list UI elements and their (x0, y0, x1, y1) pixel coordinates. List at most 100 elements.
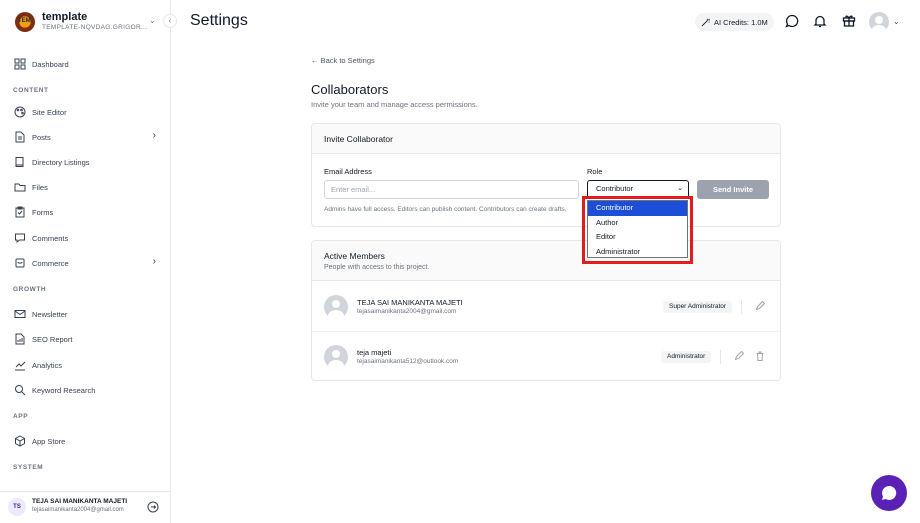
sidebar-item-forms[interactable]: Forms (14, 203, 160, 221)
section-label-content: CONTENT (13, 87, 49, 94)
sidebar-item-comments[interactable]: Comments (14, 229, 160, 247)
chevron-right-icon: › (152, 256, 156, 267)
collapse-sidebar-button[interactable]: ‹ (163, 14, 177, 28)
avatar (324, 345, 348, 369)
gift-icon[interactable] (842, 13, 856, 27)
sidebar-user[interactable]: TS TEJA SAI MANIKANTA MAJETI tejasaimani… (0, 491, 171, 523)
member-row: TEJA SAI MANIKANTA MAJETI tejasaimanikan… (312, 282, 780, 332)
role-option-author[interactable]: Author (588, 216, 687, 231)
sidebar-item-label: Keyword Research (32, 385, 96, 395)
document-icon (14, 131, 26, 143)
card-title: Invite Collaborator (324, 134, 393, 144)
role-option-administrator[interactable]: Administrator (588, 245, 687, 260)
member-name: TEJA SAI MANIKANTA MAJETI (357, 298, 463, 307)
brand-logo: TEM (15, 12, 35, 32)
app-root: TEM template TEMPLATE-NQVDAG.GRIGOR... ⌄… (0, 0, 920, 523)
ai-credits-badge[interactable]: AI Credits: 1.0M (695, 13, 774, 31)
section-label-system: SYSTEM (13, 464, 44, 471)
sidebar-item-label: Dashboard (32, 59, 69, 69)
role-badge: Super Administrator (663, 301, 733, 313)
send-invite-button[interactable]: Send Invite (697, 180, 769, 199)
sidebar-item-seo-report[interactable]: SEO Report (14, 330, 160, 348)
sidebar: TEM template TEMPLATE-NQVDAG.GRIGOR... ⌄… (0, 0, 171, 523)
section-subtitle: Invite your team and manage access permi… (311, 100, 478, 109)
member-row: teja majeti tejasaimanikanta512@outlook.… (312, 332, 780, 382)
clipboard-icon (14, 206, 26, 218)
email-label: Email Address (324, 167, 372, 176)
sidebar-item-commerce[interactable]: Commerce › (14, 254, 160, 272)
trash-icon[interactable] (755, 351, 765, 361)
sidebar-item-label: SEO Report (32, 334, 73, 344)
cart-icon (14, 257, 26, 269)
sidebar-item-newsletter[interactable]: Newsletter (14, 305, 160, 323)
sidebar-item-posts[interactable]: Posts › (14, 128, 160, 146)
user-email: tejasaimanikanta2004@gmail.com (32, 507, 124, 513)
sidebar-item-app-store[interactable]: App Store (14, 432, 160, 450)
role-option-editor[interactable]: Editor (588, 230, 687, 245)
sidebar-item-keyword-research[interactable]: Keyword Research (14, 381, 160, 399)
sidebar-item-files[interactable]: Files (14, 178, 160, 196)
chat-bubble-icon (882, 485, 897, 500)
sidebar-item-label: Comments (32, 233, 69, 243)
role-badge: Administrator (661, 351, 712, 363)
role-label: Role (587, 167, 603, 176)
chevron-down-icon[interactable]: ⌄ (893, 17, 900, 26)
section-label-growth: GROWTH (13, 286, 47, 293)
sidebar-item-label: App Store (32, 436, 66, 446)
sidebar-item-directory-listings[interactable]: Directory Listings (14, 153, 160, 171)
invite-collaborator-card: Invite Collaborator Email Address Role C… (311, 123, 781, 227)
sidebar-item-analytics[interactable]: Analytics (14, 356, 160, 374)
role-option-contributor[interactable]: Contributor (588, 201, 687, 216)
card-subtitle: People with access to this project. (324, 264, 430, 271)
sidebar-item-label: Analytics (32, 360, 63, 370)
sidebar-item-label: Directory Listings (32, 157, 90, 167)
role-select[interactable]: Contributor ⌄ (587, 180, 689, 199)
logout-icon[interactable] (147, 500, 159, 513)
chat-icon[interactable] (785, 14, 799, 28)
top-header: Settings AI Credits: 1.0M ⌄ (172, 0, 920, 44)
search-icon (14, 384, 26, 396)
sidebar-item-label: Site Editor (32, 107, 67, 117)
user-name: TEJA SAI MANIKANTA MAJETI (32, 498, 128, 505)
sidebar-item-label: Files (32, 182, 48, 192)
support-chat-button[interactable] (871, 475, 907, 511)
back-to-settings-link[interactable]: ← Back to Settings (311, 56, 375, 65)
magic-wand-icon (701, 18, 710, 26)
divider (741, 300, 742, 314)
edit-icon[interactable] (755, 301, 765, 311)
sidebar-item-label: Forms (32, 207, 54, 217)
comment-icon (14, 232, 26, 244)
brand-name: template (42, 11, 88, 23)
report-icon (14, 333, 26, 345)
chevron-down-icon: ⌄ (149, 16, 156, 25)
section-title: Collaborators (311, 82, 389, 97)
bell-icon[interactable] (813, 14, 827, 28)
page-title: Settings (190, 12, 248, 29)
chart-icon (14, 359, 26, 371)
active-members-card: Active Members People with access to thi… (311, 240, 781, 381)
sidebar-item-label: Commerce (32, 258, 69, 268)
sidebar-item-label: Newsletter (32, 309, 68, 319)
sidebar-item-dashboard[interactable]: Dashboard (14, 55, 160, 73)
ai-credits-label: AI Credits: 1.0M (714, 17, 768, 27)
member-email: tejasaimanikanta2004@gmail.com (357, 308, 457, 315)
member-name: teja majeti (357, 348, 392, 357)
divider (720, 350, 721, 364)
role-dropdown-list: Contributor Author Editor Administrator (587, 200, 688, 258)
edit-icon[interactable] (734, 351, 744, 361)
email-field[interactable] (324, 180, 579, 199)
avatar (324, 295, 348, 319)
folder-icon (14, 181, 26, 193)
sidebar-item-site-editor[interactable]: Site Editor (14, 103, 160, 121)
chevron-down-icon: ⌄ (677, 185, 683, 192)
card-title: Active Members (324, 251, 385, 261)
palette-icon (14, 106, 26, 118)
book-icon (14, 156, 26, 168)
chevron-right-icon: › (152, 130, 156, 141)
sidebar-item-label: Posts (32, 132, 51, 142)
brand-switcher[interactable]: TEM template TEMPLATE-NQVDAG.GRIGOR... ⌄ (0, 0, 171, 44)
card-header: Invite Collaborator (312, 124, 780, 154)
user-avatar-button[interactable] (869, 12, 889, 32)
section-label-app: APP (13, 413, 29, 420)
member-email: tejasaimanikanta512@outlook.com (357, 358, 459, 365)
